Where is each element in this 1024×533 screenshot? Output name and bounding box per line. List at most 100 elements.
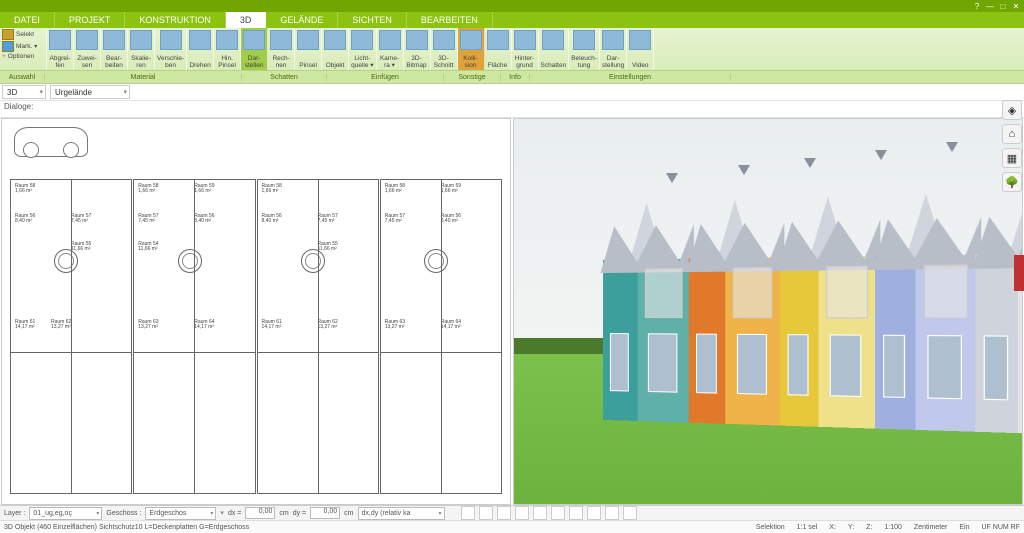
row-houses — [605, 188, 1023, 434]
room-label: Raum 63 13,27 m² — [385, 320, 405, 330]
house — [976, 188, 1023, 434]
tool-icon[interactable] — [479, 506, 493, 520]
ribbon-zuweisen[interactable]: Zuwei- sen — [74, 28, 101, 70]
tool-icon[interactable] — [533, 506, 547, 520]
ribbon-group-auswahl: Auswahl — [0, 74, 45, 81]
room-label: Raum 64 14,17 m² — [194, 320, 214, 330]
direction-arrow — [875, 150, 887, 160]
house — [603, 201, 691, 422]
layer-label: Layer : — [4, 510, 25, 517]
ribbon-dschnitt[interactable]: 3D- Schnitt — [431, 28, 458, 70]
room-label: Raum 62 13,27 m² — [51, 320, 71, 330]
minimize-icon[interactable]: — — [984, 1, 996, 11]
ribbon-darstellung[interactable]: Dar- stellung — [600, 28, 627, 70]
side-tool-0[interactable]: ◈ — [1002, 100, 1022, 120]
ribbon-group-material: Material — [45, 74, 242, 81]
ribbon-group-bar: AuswahlMaterialSchattenEinfügenSonstigeI… — [0, 71, 1024, 84]
workspace: Raum 58 1,66 m² Raum 56 8,40 m² Raum 57 7,… — [0, 118, 1024, 505]
selekt-button[interactable]: Selekt — [2, 29, 44, 40]
ribbon-rechnen[interactable]: Rech- nen — [268, 28, 295, 70]
direction-arrow — [804, 158, 816, 168]
geschoss-label: Geschoss : — [106, 510, 141, 517]
optionen-button[interactable]: +Optionen — [2, 53, 44, 60]
maximize-icon[interactable]: □ — [997, 1, 1009, 11]
ribbon-group-schatten: Schatten — [242, 74, 327, 81]
tab-bearbeiten[interactable]: BEARBEITEN — [407, 12, 493, 28]
ribbon-skalieren[interactable]: Skalie- ren — [128, 28, 155, 70]
close-icon[interactable]: ✕ — [1010, 1, 1022, 11]
room-label: Raum 57 7,45 m² — [138, 214, 158, 224]
side-tool-3[interactable]: 🌳 — [1002, 172, 1022, 192]
ribbon: Selekt Mark.▾ +Optionen Abgrei- fenZuwei… — [0, 28, 1024, 71]
side-tool-2[interactable]: ▦ — [1002, 148, 1022, 168]
room-label: Raum 54 11,66 m² — [138, 242, 158, 252]
ribbon-group-sonstige: Sonstige — [444, 74, 501, 81]
view-combo[interactable]: 3D — [2, 85, 46, 99]
tool-icon[interactable] — [497, 506, 511, 520]
ribbon-drehen[interactable]: Drehen — [187, 28, 214, 70]
dx-input[interactable]: 0,00 — [245, 507, 275, 519]
status-bar: 3D Objekt (460 Einzelflächen) Sichtschut… — [0, 520, 1024, 533]
dy-input[interactable]: 0,00 — [310, 507, 340, 519]
mark-button[interactable]: Mark.▾ — [2, 41, 44, 52]
ribbon-lichtquelle[interactable]: Licht- quelle ▾ — [349, 28, 376, 70]
ribbon-group-info: Info — [501, 74, 530, 81]
ribbon-darstellen[interactable]: Dar- stellen — [241, 28, 268, 70]
room-label: Raum 62 13,27 m² — [318, 320, 338, 330]
tab-datei[interactable]: DATEI — [0, 12, 55, 28]
tool-icon[interactable] — [461, 506, 475, 520]
ribbon-flche[interactable]: Fläche — [485, 28, 512, 70]
ribbon-beleuchtung[interactable]: Beleuch- tung — [569, 28, 600, 70]
tab-sichten[interactable]: SICHTEN — [338, 12, 407, 28]
ribbon-abgreifen[interactable]: Abgrei- fen — [47, 28, 74, 70]
room-label: Raum 58 1,66 m² — [15, 184, 35, 194]
doc-combo[interactable]: Urgelände — [50, 85, 130, 99]
room-label: Raum 61 14,17 m² — [262, 320, 282, 330]
ribbon-dbitmap[interactable]: 3D- Bitmap — [404, 28, 431, 70]
layer-combo[interactable]: 01_ug,eg,oç — [29, 507, 102, 520]
room-label: Raum 56 8,40 m² — [441, 214, 461, 224]
dx-label: dx = — [228, 510, 241, 517]
ribbon-pinsel[interactable]: Pinsel — [295, 28, 322, 70]
ribbon-bearbeiten[interactable]: Bear- beiten — [101, 28, 128, 70]
tool-icon[interactable] — [515, 506, 529, 520]
floorplan-unit: Raum 58 1,66 m²Raum 59 1,66 m²Raum 56 8,… — [380, 179, 502, 494]
ribbon-kamera[interactable]: Kame- ra ▾ — [377, 28, 404, 70]
room-label: Raum 63 13,27 m² — [138, 320, 158, 330]
floorplan-unit: Raum 58 1,66 m²Raum 56 8,40 m²Raum 57 7,… — [10, 179, 132, 494]
ribbon-verschieben[interactable]: Verschie- ben — [155, 28, 187, 70]
ribbon-kollision[interactable]: Kolli- sion — [458, 28, 485, 70]
tool-icon[interactable] — [623, 506, 637, 520]
side-tool-1[interactable]: ⌂ — [1002, 124, 1022, 144]
room-label: Raum 59 1,66 m² — [441, 184, 461, 194]
floorplan-unit: Raum 58 1,66 m²Raum 59 1,66 m²Raum 56 8,… — [133, 179, 255, 494]
tab-gelände[interactable]: GELÄNDE — [266, 12, 338, 28]
room-label: Raum 58 1,66 m² — [262, 184, 282, 194]
menu-tabs: DATEIPROJEKTKONSTRUKTION3DGELÄNDESICHTEN… — [0, 12, 1024, 28]
geschoss-combo[interactable]: Erdgeschos — [145, 507, 216, 520]
ribbon-schatten[interactable]: Schatten — [539, 28, 570, 70]
tab-3d[interactable]: 3D — [226, 12, 267, 28]
room-label: Raum 56 8,40 m² — [15, 214, 35, 224]
tab-projekt[interactable]: PROJEKT — [55, 12, 126, 28]
plan-view[interactable]: Raum 58 1,66 m² Raum 56 8,40 m² Raum 57 7,… — [1, 118, 511, 505]
side-tool-palette: ◈ ⌂ ▦ 🌳 — [1002, 100, 1022, 192]
ribbon-video[interactable]: Video — [627, 28, 654, 70]
3d-view[interactable] — [513, 118, 1023, 505]
house — [690, 198, 783, 425]
room-label: Raum 55 11,66 m² — [318, 242, 338, 252]
side-panel-tab[interactable] — [1014, 255, 1024, 291]
ribbon-hinpinsel[interactable]: Hin. Pinsel — [214, 28, 241, 70]
ribbon-hintergrund[interactable]: Hinter- grund — [512, 28, 539, 70]
tool-icon[interactable] — [605, 506, 619, 520]
help-icon[interactable]: ? — [971, 1, 983, 11]
tool-icon[interactable] — [587, 506, 601, 520]
coord-mode-combo[interactable]: dx,dy (relativ ka — [358, 507, 445, 520]
title-bar: ? — □ ✕ — [0, 0, 1024, 12]
tab-konstruktion[interactable]: KONSTRUKTION — [125, 12, 226, 28]
room-label: Raum 61 14,17 m² — [15, 320, 35, 330]
tool-icon[interactable] — [569, 506, 583, 520]
tool-icon[interactable] — [551, 506, 565, 520]
ribbon-objekt[interactable]: Objekt — [322, 28, 349, 70]
floorplan-unit: Raum 58 1,66 m²Raum 56 8,40 m²Raum 57 7,… — [257, 179, 379, 494]
